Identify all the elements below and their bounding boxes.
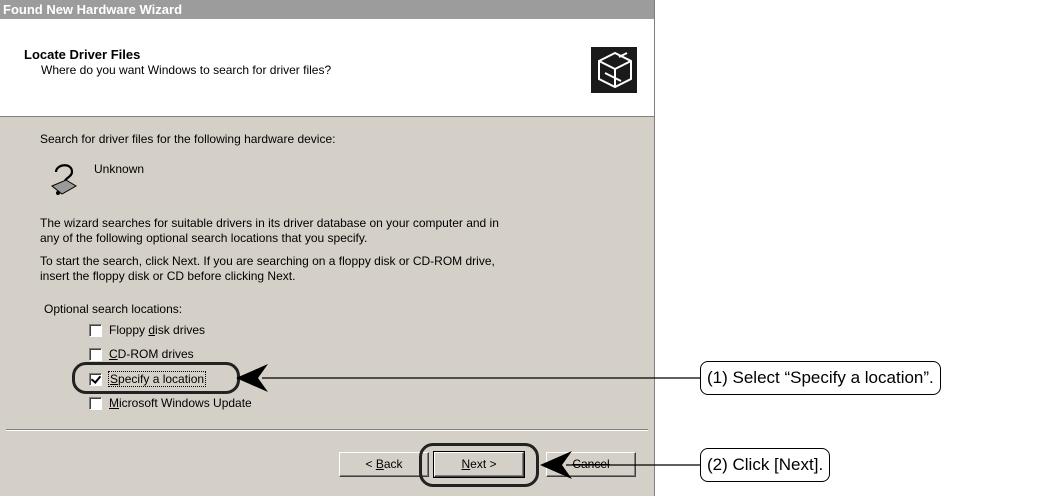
callout-select-location: (1) Select “Specify a location”. [700, 361, 941, 395]
callout-click-next: (2) Click [Next]. [700, 448, 831, 482]
annotation-arrows [236, 364, 700, 479]
